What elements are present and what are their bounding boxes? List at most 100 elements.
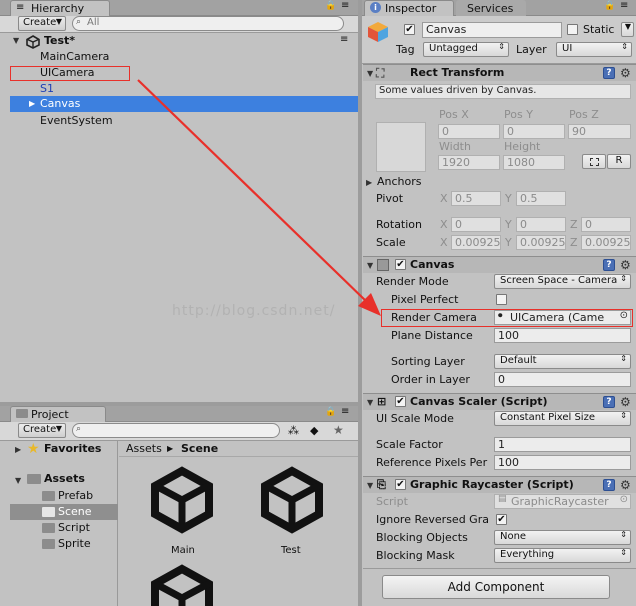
scale-factor-field[interactable]: 1 — [494, 437, 631, 452]
collapse-triangle-icon[interactable]: ▼ — [367, 481, 373, 490]
hierarchy-create-button[interactable]: Create ▼ — [18, 16, 66, 31]
anchor-preset-box[interactable] — [376, 122, 426, 172]
raw-edit-button[interactable]: R — [607, 154, 631, 169]
help-icon[interactable]: ? — [603, 259, 615, 271]
blocking-objects-label: Blocking Objects — [376, 531, 468, 544]
breadcrumb-separator-icon: ▶ — [167, 444, 174, 453]
order-in-layer-field[interactable]: 0 — [494, 372, 631, 387]
canvas-scaler-enabled-checkbox[interactable]: ✔ — [395, 396, 406, 407]
tab-inspector[interactable]: i Inspector — [364, 0, 454, 16]
collapse-triangle-icon[interactable]: ▼ — [367, 398, 373, 407]
folder-label: Sprite — [58, 537, 91, 550]
rect-transform-body: Some values driven by Canvas. Pos X Pos … — [363, 82, 636, 256]
help-icon[interactable]: ? — [603, 67, 615, 79]
reference-pixels-label: Reference Pixels Per — [376, 456, 488, 469]
gameobject-cube-icon — [368, 22, 388, 42]
project-search-input[interactable]: ⌕ — [72, 423, 280, 438]
favorite-star-icon[interactable]: ★ — [333, 423, 344, 437]
scene-name[interactable]: Test* — [44, 34, 75, 47]
file-item-main[interactable]: Main — [147, 465, 217, 565]
reference-pixels-field[interactable]: 100 — [494, 455, 631, 470]
active-checkbox[interactable]: ✔ — [404, 24, 415, 35]
project-create-button[interactable]: Create ▼ — [18, 423, 66, 438]
collapse-triangle-icon[interactable]: ▼ — [367, 261, 373, 270]
help-icon[interactable]: ? — [603, 396, 615, 408]
gear-icon[interactable]: ⚙ — [620, 396, 631, 408]
plane-distance-field[interactable]: 100 — [494, 328, 631, 343]
folder-item-prefab[interactable]: Prefab — [0, 488, 118, 504]
add-component-label: Add Component — [447, 580, 545, 594]
help-icon[interactable]: ? — [603, 479, 615, 491]
hierarchy-item-maincamera[interactable]: MainCamera — [0, 49, 358, 65]
static-dropdown[interactable]: ▼ — [621, 22, 634, 37]
file-item-partial[interactable] — [147, 563, 223, 606]
hierarchy-item-label: Canvas — [40, 97, 81, 110]
breadcrumb-root[interactable]: Assets — [126, 442, 162, 455]
file-item-test[interactable]: Test — [257, 465, 333, 565]
blueprint-mode-button[interactable] — [582, 154, 606, 169]
lock-icon[interactable]: 🔒 — [325, 407, 336, 417]
filter-type-icon[interactable]: ⁂ — [288, 424, 299, 437]
collapse-triangle-icon[interactable]: ▼ — [367, 69, 373, 78]
hierarchy-item-eventsystem[interactable]: EventSystem — [0, 113, 358, 129]
updown-caret-icon: ⇕ — [620, 274, 627, 283]
pivot-x-axis: X — [440, 192, 448, 205]
tag-dropdown[interactable]: Untagged ⇕ — [423, 42, 509, 57]
scale-label: Scale — [376, 236, 406, 249]
rect-transform-header[interactable]: ▼ ⛶ Rect Transform ? ⚙ — [363, 64, 636, 81]
lock-icon[interactable]: 🔒 — [325, 1, 336, 11]
add-component-button[interactable]: Add Component — [382, 575, 610, 599]
pos-x-field: 0 — [438, 124, 500, 139]
tab-hierarchy[interactable]: ≡ Hierarchy — [10, 0, 110, 16]
filter-label-icon[interactable]: ◆ — [310, 424, 318, 437]
expand-triangle-icon[interactable]: ▼ — [15, 476, 21, 485]
expand-triangle-icon[interactable]: ▶ — [366, 178, 372, 187]
hierarchy-search-input[interactable]: ⌕ All — [72, 16, 344, 31]
panel-menu-icon[interactable]: ≡ — [620, 0, 628, 11]
folder-item-script[interactable]: Script — [0, 520, 118, 536]
folder-icon — [42, 507, 55, 517]
project-folder-tree: ▶ ★ Favorites ▼ Assets Prefab Scene Scri… — [0, 441, 118, 606]
expand-triangle-icon[interactable]: ▼ — [13, 36, 19, 45]
unity-scene-icon — [151, 564, 213, 606]
tab-project[interactable]: Project — [10, 406, 106, 422]
static-checkbox[interactable] — [567, 24, 578, 35]
hierarchy-item-label: EventSystem — [40, 114, 113, 127]
lock-icon[interactable]: 🔒 — [604, 1, 615, 11]
object-name-field[interactable]: Canvas — [422, 22, 562, 38]
blocking-objects-dropdown[interactable]: None ⇕ — [494, 530, 631, 545]
layer-dropdown[interactable]: UI ⇕ — [556, 42, 632, 57]
canvas-scaler-header[interactable]: ▼ ⊞ ✔ Canvas Scaler (Script) ? ⚙ — [363, 393, 636, 410]
pivot-y-field: 0.5 — [516, 191, 566, 206]
breadcrumb-current[interactable]: Scene — [181, 442, 218, 455]
folder-label: Scene — [58, 505, 92, 518]
hierarchy-item-s1[interactable]: S1 — [0, 81, 358, 97]
collapse-triangle-icon[interactable]: ▶ — [29, 99, 35, 108]
expand-triangle-icon[interactable]: ▶ — [15, 445, 21, 454]
folder-item-sprite[interactable]: Sprite — [0, 536, 118, 552]
sorting-layer-dropdown[interactable]: Default ⇕ — [494, 354, 631, 369]
favorites-label[interactable]: Favorites — [44, 442, 101, 455]
panel-menu-icon[interactable]: ≡ — [341, 406, 349, 417]
pixel-perfect-checkbox[interactable] — [496, 294, 507, 305]
ignore-reversed-checkbox[interactable]: ✔ — [496, 514, 507, 525]
gear-icon[interactable]: ⚙ — [620, 67, 631, 79]
gear-icon[interactable]: ⚙ — [620, 259, 631, 271]
gear-icon[interactable]: ⚙ — [620, 479, 631, 491]
anchors-label[interactable]: Anchors — [377, 175, 422, 188]
render-mode-dropdown[interactable]: Screen Space - Camera ⇕ — [494, 274, 631, 289]
scene-menu-icon[interactable]: ≡ — [340, 34, 348, 45]
folder-item-scene[interactable]: Scene — [10, 504, 118, 520]
hierarchy-item-canvas[interactable]: ▶ Canvas — [10, 96, 358, 112]
graphic-raycaster-enabled-checkbox[interactable]: ✔ — [395, 479, 406, 490]
assets-folder-label[interactable]: Assets — [44, 472, 85, 485]
pos-z-field[interactable]: 90 — [568, 124, 631, 139]
folder-icon — [42, 491, 55, 501]
ui-scale-mode-dropdown[interactable]: Constant Pixel Size ⇕ — [494, 411, 631, 426]
blocking-mask-dropdown[interactable]: Everything ⇕ — [494, 548, 631, 563]
tab-services[interactable]: Services — [456, 0, 526, 16]
graphic-raycaster-header[interactable]: ▼ ⎘ ✔ Graphic Raycaster (Script) ? ⚙ — [363, 476, 636, 493]
canvas-enabled-checkbox[interactable]: ✔ — [395, 259, 406, 270]
panel-menu-icon[interactable]: ≡ — [341, 0, 349, 11]
canvas-component-header[interactable]: ▼ ✔ Canvas ? ⚙ — [363, 256, 636, 273]
